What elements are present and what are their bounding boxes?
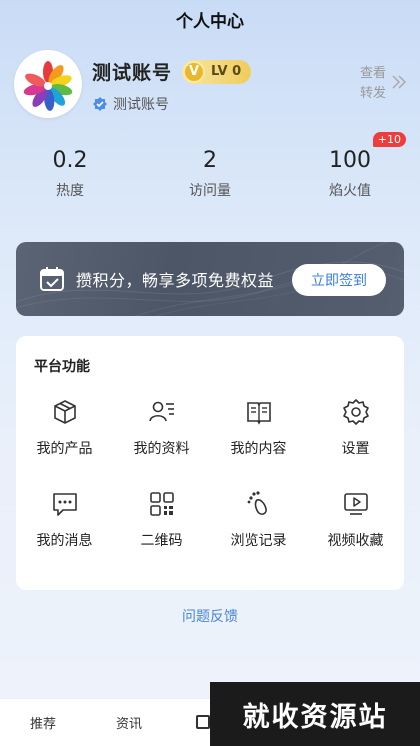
gear-icon bbox=[342, 399, 369, 425]
profile-card-icon bbox=[148, 401, 174, 422]
view-label: 查看 bbox=[359, 66, 386, 81]
checkin-button[interactable]: 立即签到 bbox=[292, 264, 386, 296]
book-icon bbox=[246, 402, 271, 425]
verified-row: 测试账号 bbox=[92, 94, 169, 114]
stat-label: 热度 bbox=[56, 183, 84, 199]
user-name: 测试账号 bbox=[92, 62, 173, 84]
watermark: 就收资源站 bbox=[210, 682, 420, 746]
stat-label: 访问量 bbox=[189, 183, 231, 199]
stat-value: 100 bbox=[329, 148, 371, 173]
feature-video-favorites[interactable]: 视频收藏 bbox=[307, 490, 404, 560]
avatar[interactable] bbox=[14, 50, 82, 118]
feature-settings[interactable]: 设置 bbox=[307, 398, 404, 468]
feature-qr-code[interactable]: 二维码 bbox=[113, 490, 210, 560]
profile-section: 测试账号 V LV 0 测试账号 查看 转发 bbox=[0, 38, 420, 138]
qr-code-icon bbox=[149, 492, 174, 516]
level-label: LV 0 bbox=[211, 64, 242, 79]
feature-label: 设置 bbox=[341, 441, 370, 457]
name-row: 测试账号 V LV 0 bbox=[92, 58, 252, 85]
feature-label: 我的消息 bbox=[36, 533, 93, 549]
feature-my-messages[interactable]: 我的消息 bbox=[16, 490, 113, 560]
vip-icon: V bbox=[183, 60, 206, 83]
stat-visits[interactable]: 2 访问量 bbox=[140, 146, 280, 226]
feature-my-content[interactable]: 我的内容 bbox=[210, 398, 307, 468]
footprint-icon bbox=[247, 491, 267, 515]
top-bar: 个人中心 bbox=[0, 0, 420, 38]
view-share-link[interactable]: 查看 转发 bbox=[356, 64, 386, 104]
feature-label: 视频收藏 bbox=[327, 533, 384, 549]
stats-row: 0.2 热度 2 访问量 +10 100 焰火值 bbox=[0, 132, 420, 226]
banner-text: 攒积分，畅享多项免费权益 bbox=[76, 271, 275, 290]
chevron-right-icon[interactable] bbox=[390, 74, 408, 90]
vip-level-badge[interactable]: V LV 0 bbox=[182, 59, 252, 84]
share-label: 转发 bbox=[359, 86, 386, 101]
stat-value: 0.2 bbox=[52, 148, 88, 173]
page-title: 个人中心 bbox=[176, 11, 244, 32]
section-title: 平台功能 bbox=[34, 359, 90, 375]
feature-my-products[interactable]: 我的产品 bbox=[16, 398, 113, 468]
video-icon bbox=[343, 493, 368, 515]
checkin-banner: 攒积分，畅享多项免费权益 立即签到 bbox=[16, 242, 404, 316]
feature-label: 我的产品 bbox=[36, 441, 93, 457]
verified-icon bbox=[93, 97, 107, 111]
verified-label: 测试账号 bbox=[113, 97, 169, 113]
calendar-check-icon bbox=[40, 267, 64, 291]
nav-news[interactable]: 资讯 bbox=[86, 713, 172, 732]
box-icon bbox=[53, 400, 76, 424]
feature-my-profile[interactable]: 我的资料 bbox=[113, 398, 210, 468]
stat-heat[interactable]: 0.2 热度 bbox=[0, 146, 140, 226]
watermark-text: 就收资源站 bbox=[242, 701, 388, 733]
feature-grid: 我的产品 我的资料 我的内容 设置 我的消息 二维码 浏览记录 视频收藏 bbox=[16, 398, 404, 560]
stat-value: 2 bbox=[203, 148, 217, 173]
feature-label: 我的内容 bbox=[230, 441, 287, 457]
feedback-link[interactable]: 问题反馈 bbox=[0, 606, 420, 626]
stat-label: 焰火值 bbox=[329, 183, 371, 199]
platform-features-card: 平台功能 我的产品 我的资料 我的内容 设置 我的消息 二维码 浏览记录 视频收… bbox=[16, 336, 404, 590]
feature-browse-history[interactable]: 浏览记录 bbox=[210, 490, 307, 560]
nav-recommend[interactable]: 推荐 bbox=[0, 713, 86, 732]
nav-icon[interactable] bbox=[196, 715, 210, 729]
feature-label: 二维码 bbox=[140, 533, 183, 549]
feature-label: 我的资料 bbox=[133, 441, 190, 457]
message-icon bbox=[52, 493, 77, 516]
feature-label: 浏览记录 bbox=[230, 533, 287, 549]
increment-badge: +10 bbox=[372, 132, 406, 147]
logo-icon bbox=[23, 61, 73, 111]
stat-fire-value[interactable]: +10 100 焰火值 bbox=[280, 132, 420, 226]
